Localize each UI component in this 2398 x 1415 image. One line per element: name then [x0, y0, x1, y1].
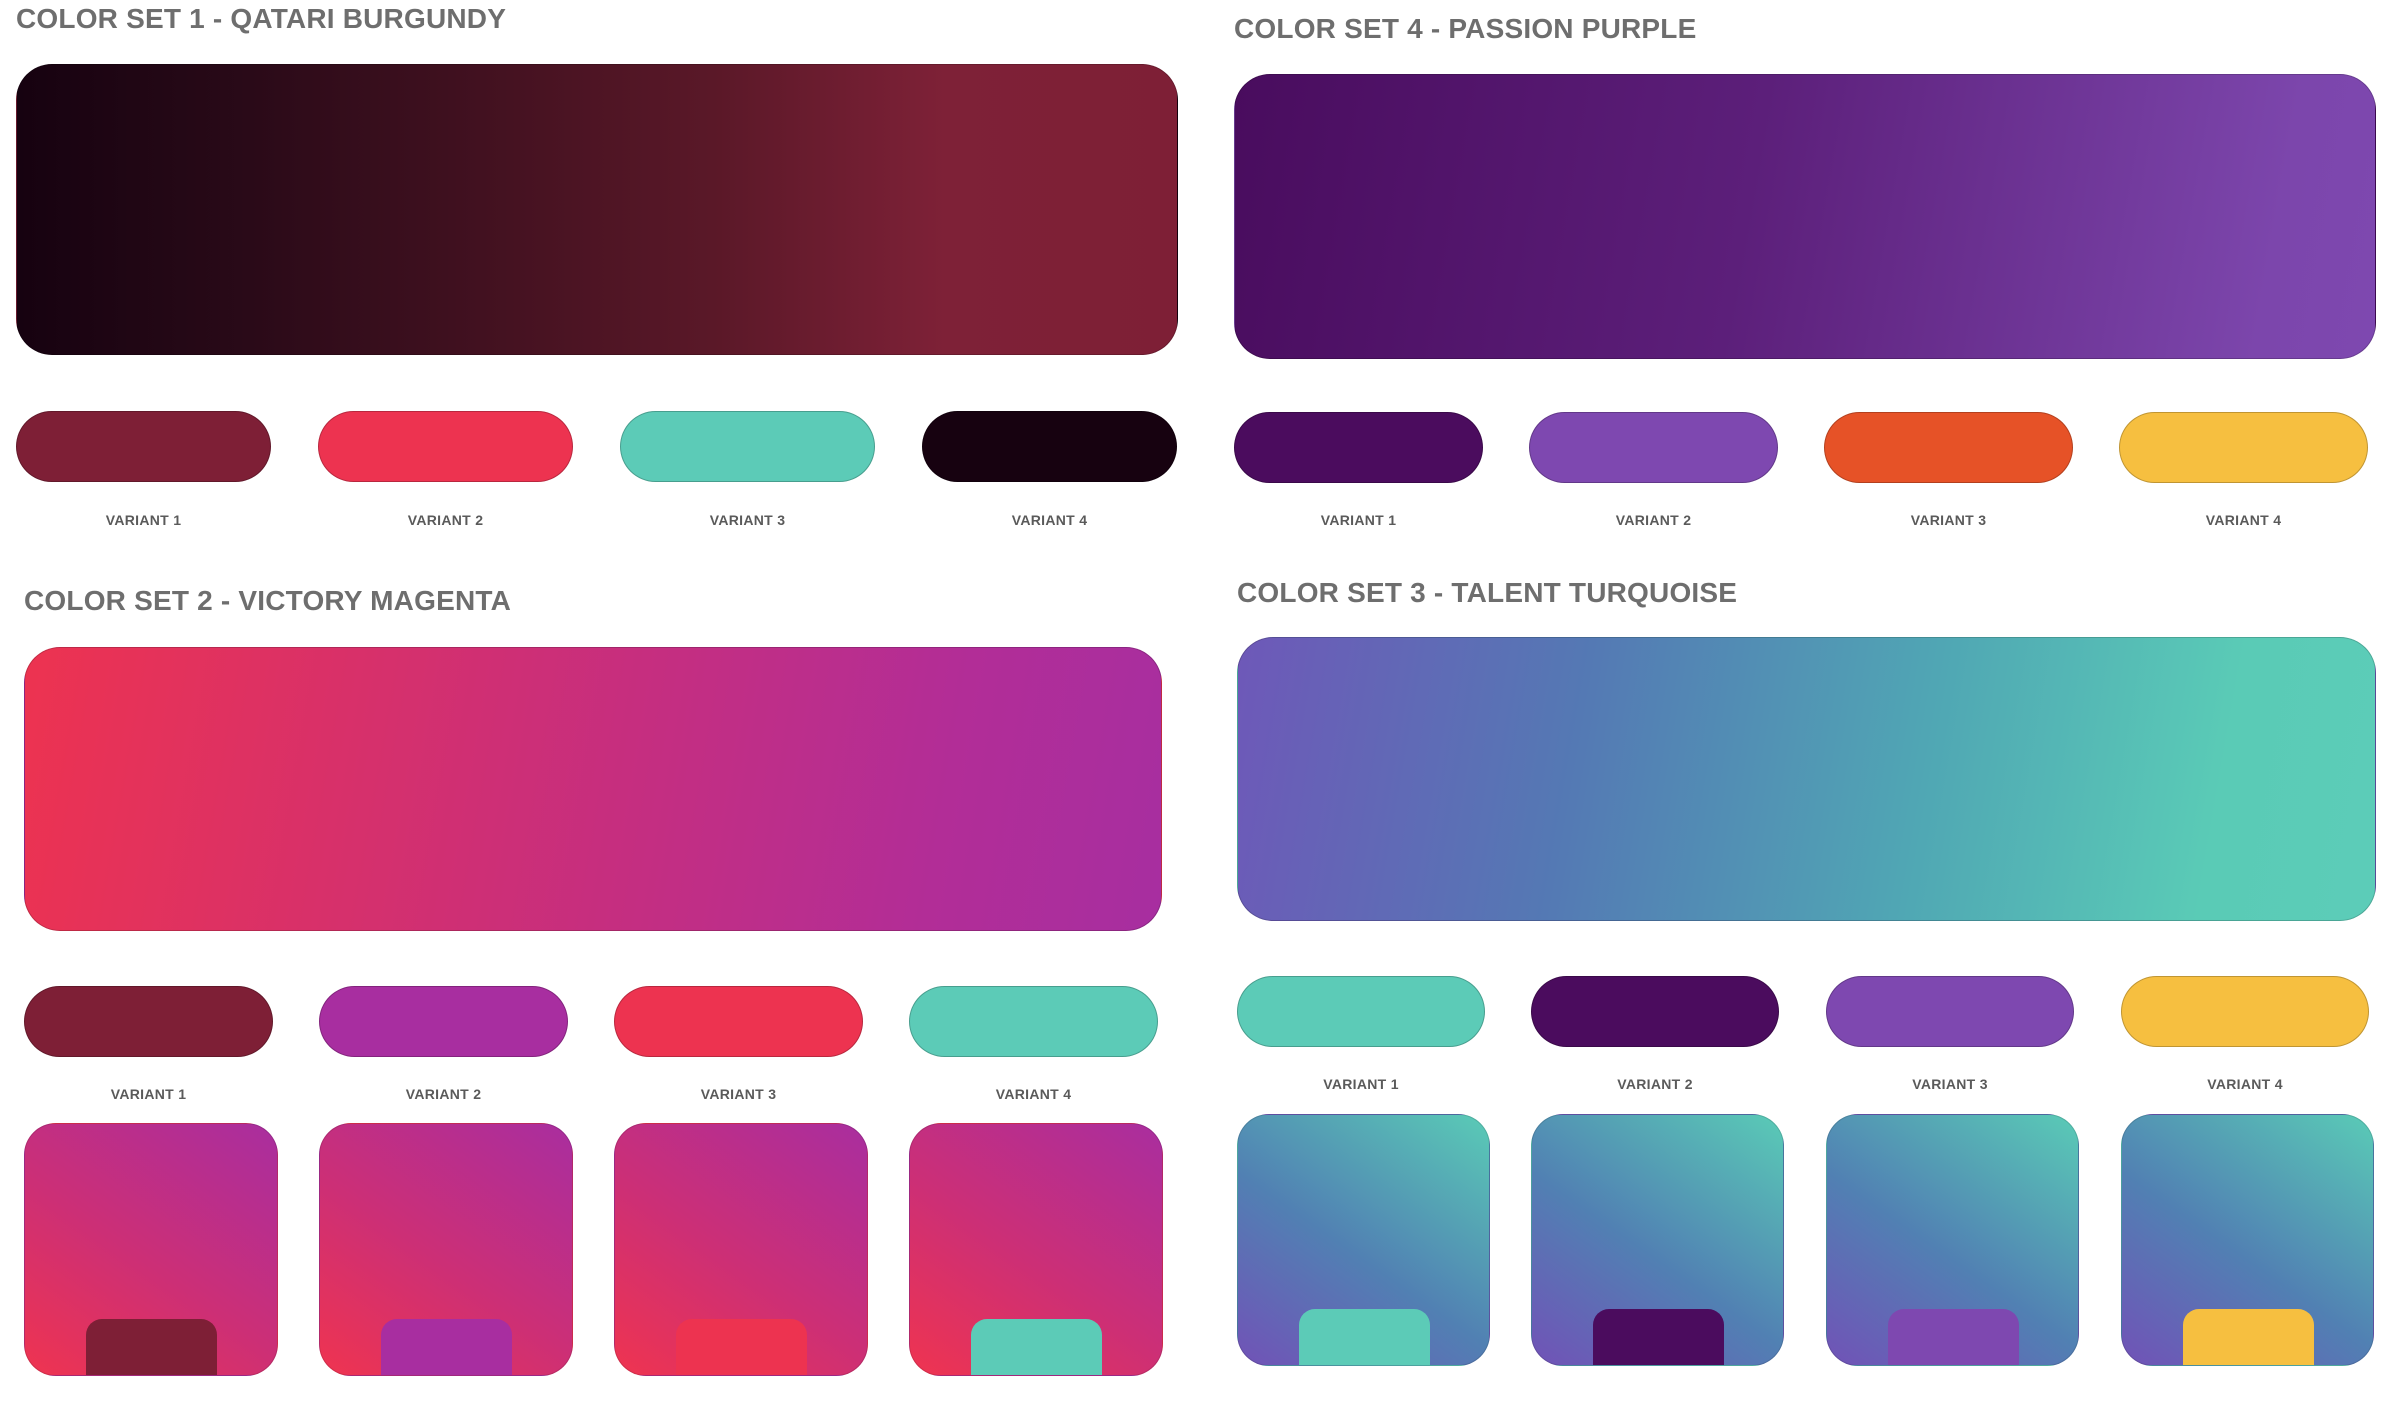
set1-variant3-swatch: [620, 411, 875, 482]
set2-sample-card-4: [909, 1123, 1163, 1376]
set4-variant1-label: VARIANT 1: [1320, 512, 1397, 528]
set2-variant3-label: VARIANT 3: [700, 1086, 777, 1102]
set3-variant3-label: VARIANT 3: [1912, 1076, 1988, 1092]
set2-variant3-swatch: [614, 986, 863, 1057]
set1-variant1-swatch: [16, 411, 271, 482]
set3-gradient-banner: [1237, 637, 2376, 921]
set1-variant2-swatch: [318, 411, 573, 482]
set4-title: COLOR SET 4 - PASSION PURPLE: [1234, 13, 1697, 44]
set2-variant1-label: VARIANT 1: [110, 1086, 187, 1102]
set1-variant1-label: VARIANT 1: [105, 512, 182, 528]
set2-variant2-swatch: [319, 986, 568, 1057]
set2-title: COLOR SET 2 - VICTORY MAGENTA: [24, 585, 512, 616]
set2-card-tab-4: [971, 1319, 1102, 1375]
set3-card-tab-4: [2183, 1309, 2314, 1365]
set1-variant4-swatch: [922, 411, 1177, 482]
set2-card-tab-2: [381, 1319, 512, 1375]
set4-variant4-label: VARIANT 4: [2205, 512, 2282, 528]
set2-sample-card-2: [319, 1123, 573, 1376]
set4-gradient-banner: [1234, 74, 2376, 359]
set3-variant2-swatch: [1531, 976, 1779, 1047]
set4-variant3-label: VARIANT 3: [1910, 512, 1987, 528]
set3-sample-card-1: [1237, 1114, 1490, 1366]
set2-card-tab-3: [676, 1319, 807, 1375]
set4-variant4-swatch: [2119, 412, 2368, 483]
set2-card-tab-1: [86, 1319, 217, 1375]
set3-card-tab-1: [1299, 1309, 1430, 1365]
set3-card-tab-3: [1888, 1309, 2019, 1365]
set3-variant4-swatch: [2121, 976, 2369, 1047]
set1-variant3-label: VARIANT 3: [709, 512, 786, 528]
set2-variant1-swatch: [24, 986, 273, 1057]
set1-variant4-label: VARIANT 4: [1011, 512, 1088, 528]
set2-sample-card-3: [614, 1123, 868, 1376]
set3-sample-card-4: [2121, 1114, 2374, 1366]
set1-title: COLOR SET 1 - QATARI BURGUNDY: [16, 3, 507, 34]
set4-variant3-swatch: [1824, 412, 2073, 483]
set3-variant1-label: VARIANT 1: [1323, 1076, 1399, 1092]
set2-sample-card-1: [24, 1123, 278, 1376]
set3-title: COLOR SET 3 - TALENT TURQUOISE: [1237, 577, 1738, 608]
set2-variant4-label: VARIANT 4: [995, 1086, 1072, 1102]
set3-sample-card-2: [1531, 1114, 1784, 1366]
set3-variant3-swatch: [1826, 976, 2074, 1047]
set3-sample-card-3: [1826, 1114, 2079, 1366]
set4-variant1-swatch: [1234, 412, 1483, 483]
set4-variant2-label: VARIANT 2: [1615, 512, 1692, 528]
set3-card-tab-2: [1593, 1309, 1724, 1365]
set3-variant1-swatch: [1237, 976, 1485, 1047]
set1-gradient-banner: [16, 64, 1178, 355]
set2-variant4-swatch: [909, 986, 1158, 1057]
set4-variant2-swatch: [1529, 412, 1778, 483]
set2-variant2-label: VARIANT 2: [405, 1086, 482, 1102]
set2-gradient-banner: [24, 647, 1162, 931]
set3-variant2-label: VARIANT 2: [1617, 1076, 1693, 1092]
set1-variant2-label: VARIANT 2: [407, 512, 484, 528]
set3-variant4-label: VARIANT 4: [2207, 1076, 2283, 1092]
